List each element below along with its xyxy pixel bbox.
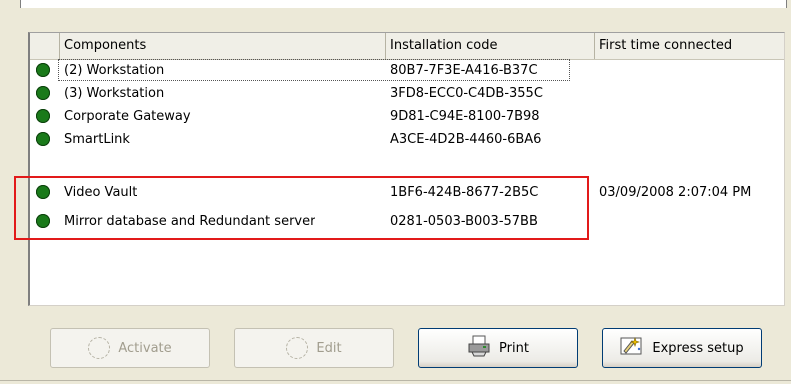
table-row[interactable]: Mirror database and Redundant server 028… bbox=[30, 210, 784, 233]
table-row[interactable]: SmartLink A3CE-4D2B-4460-6BA6 bbox=[30, 128, 784, 151]
status-online-icon bbox=[36, 63, 50, 77]
installation-code: 9D81-C94E-8100-7B98 bbox=[390, 109, 540, 124]
wizard-icon bbox=[620, 335, 644, 361]
status-online-icon bbox=[36, 109, 50, 123]
component-name: SmartLink bbox=[64, 132, 130, 147]
installation-code: 3FD8-ECC0-C4DB-355C bbox=[390, 86, 543, 101]
installation-code: 0281-0503-B003-57BB bbox=[390, 214, 538, 229]
activate-button[interactable]: Activate bbox=[50, 328, 210, 368]
edit-label: Edit bbox=[316, 340, 342, 356]
table-row[interactable]: (2) Workstation 80B7-7F3E-A416-B37C bbox=[30, 59, 784, 82]
header-first-time-connected[interactable]: First time connected bbox=[595, 33, 785, 59]
activate-label: Activate bbox=[118, 340, 172, 356]
previous-panel-edge bbox=[20, 0, 787, 8]
installation-code: A3CE-4D2B-4460-6BA6 bbox=[390, 132, 542, 147]
empty-circle-icon bbox=[286, 337, 309, 359]
table-row[interactable]: Corporate Gateway 9D81-C94E-8100-7B98 bbox=[30, 105, 784, 128]
header-components[interactable]: Components bbox=[60, 33, 386, 59]
status-online-icon bbox=[36, 185, 50, 199]
list-header: Components Installation code First time … bbox=[30, 33, 784, 60]
divider bbox=[0, 380, 791, 381]
print-button[interactable]: Print bbox=[418, 328, 578, 368]
first-time-connected: 03/09/2008 2:07:04 PM bbox=[599, 185, 752, 200]
edit-button[interactable]: Edit bbox=[234, 328, 394, 368]
header-status-column[interactable] bbox=[30, 33, 60, 59]
status-online-icon bbox=[36, 86, 50, 100]
installation-code: 1BF6-424B-8677-2B5C bbox=[390, 185, 539, 200]
component-name: (2) Workstation bbox=[64, 63, 165, 78]
component-name: Video Vault bbox=[64, 185, 138, 200]
status-online-icon bbox=[36, 132, 50, 146]
printer-icon bbox=[467, 335, 491, 361]
component-name: Mirror database and Redundant server bbox=[64, 214, 316, 229]
component-name: Corporate Gateway bbox=[64, 109, 191, 124]
component-name: (3) Workstation bbox=[64, 86, 165, 101]
table-row[interactable]: Video Vault 1BF6-424B-8677-2B5C 03/09/20… bbox=[30, 181, 784, 204]
express-setup-button[interactable]: Express setup bbox=[602, 328, 762, 368]
express-setup-label: Express setup bbox=[652, 340, 744, 356]
status-online-icon bbox=[36, 214, 50, 228]
table-row[interactable]: (3) Workstation 3FD8-ECC0-C4DB-355C bbox=[30, 82, 784, 105]
header-installation-code[interactable]: Installation code bbox=[386, 33, 595, 59]
components-list[interactable]: Components Installation code First time … bbox=[28, 32, 785, 306]
installation-code: 80B7-7F3E-A416-B37C bbox=[390, 63, 538, 78]
dialog-frame: Components Installation code First time … bbox=[0, 0, 791, 384]
print-label: Print bbox=[499, 340, 529, 356]
empty-circle-icon bbox=[88, 337, 111, 359]
